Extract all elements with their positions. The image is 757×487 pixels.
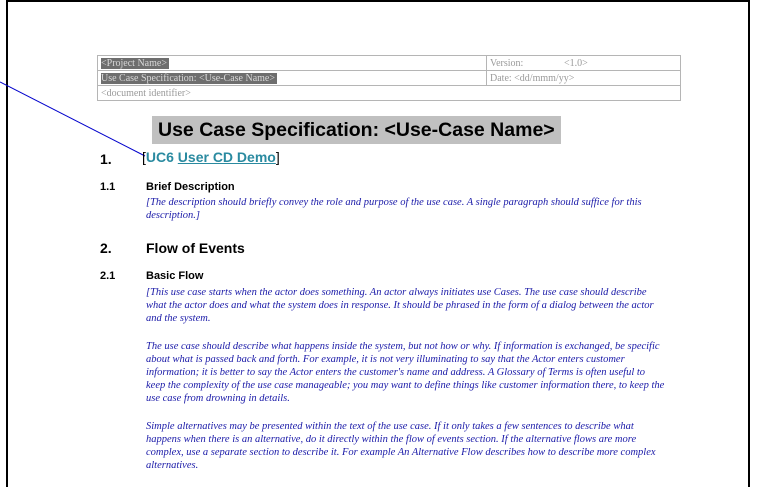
section-2-number: 2. xyxy=(100,240,112,256)
doc-identifier-cell[interactable]: <document identifier> xyxy=(97,85,681,101)
header-row: <document identifier> xyxy=(97,85,681,101)
brief-description-heading: Brief Description xyxy=(146,181,235,193)
basic-flow-heading: Basic Flow xyxy=(146,270,204,282)
spec-name-cell[interactable]: Use Case Specification: <Use-Case Name> xyxy=(97,70,487,86)
flow-of-events-heading: Flow of Events xyxy=(146,240,245,256)
project-name-cell[interactable]: <Project Name> xyxy=(97,55,487,71)
basic-flow-paragraph[interactable]: Simple alternatives may be presented wit… xyxy=(146,420,666,472)
header-row: <Project Name> Version: <1.0> xyxy=(97,55,681,71)
version-cell[interactable]: Version: <1.0> xyxy=(486,55,681,71)
use-case-name-link[interactable]: User CD Demo xyxy=(178,149,276,165)
section-2-1-number: 2.1 xyxy=(100,270,116,282)
basic-flow-paragraph[interactable]: [This use case starts when the actor doe… xyxy=(146,286,666,325)
section-1-1-number: 1.1 xyxy=(100,181,116,193)
document-header-table: <Project Name> Version: <1.0> Use Case Sp… xyxy=(97,55,681,101)
project-name-field[interactable]: <Project Name> xyxy=(101,57,169,69)
use-case-name-line: [UC6 User CD Demo] xyxy=(142,149,280,165)
document-title: Use Case Specification: <Use-Case Name> xyxy=(152,116,561,144)
section-1-number: 1. xyxy=(100,151,112,167)
version-value[interactable]: <1.0> xyxy=(564,58,588,69)
header-row: Use Case Specification: <Use-Case Name> … xyxy=(97,70,681,86)
date-label: Date: xyxy=(490,72,512,84)
spec-name-field[interactable]: Use Case Specification: <Use-Case Name> xyxy=(101,72,278,84)
basic-flow-paragraph[interactable]: The use case should describe what happen… xyxy=(146,340,666,405)
use-case-id: UC6 xyxy=(145,149,174,165)
date-value[interactable]: <dd/mmm/yy> xyxy=(514,73,574,84)
close-bracket: ] xyxy=(275,149,280,165)
version-label: Version: xyxy=(490,57,524,69)
date-cell[interactable]: Date: <dd/mmm/yy> xyxy=(486,70,681,86)
doc-identifier-field[interactable]: <document identifier> xyxy=(101,88,191,99)
brief-description-text[interactable]: [The description should briefly convey t… xyxy=(146,196,666,222)
